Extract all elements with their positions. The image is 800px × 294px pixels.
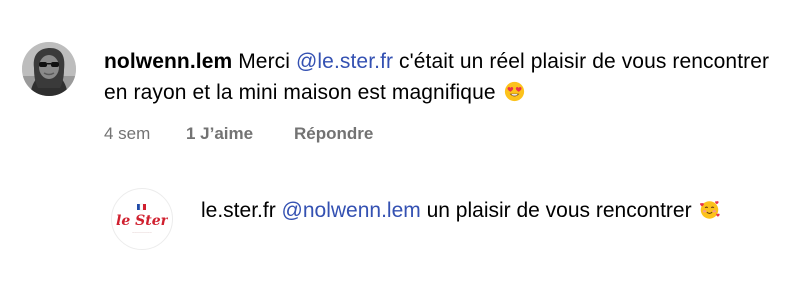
reply-text: le.ster.fr @nolwenn.lem un plaisir de vo… <box>201 195 761 226</box>
comment-username[interactable]: nolwenn.lem <box>104 50 232 73</box>
comment-mention[interactable]: @le.ster.fr <box>296 50 393 73</box>
comment-time[interactable]: 4 sem <box>104 124 186 144</box>
svg-text:~~~~~~~~~~: ~~~~~~~~~~ <box>132 231 152 235</box>
comment-text: nolwenn.lem Merci @le.ster.fr c'était un… <box>104 46 784 108</box>
reply-avatar[interactable]: le Ster ~~~~~~~~~~ <box>111 188 173 250</box>
reply-text-body: un plaisir de vous rencontrer <box>426 199 692 222</box>
reply-mention[interactable]: @nolwenn.lem <box>282 199 421 222</box>
reply-button[interactable]: Répondre <box>294 124 373 144</box>
smiling-hearts-emoji-icon <box>700 201 721 219</box>
heart-eyes-emoji-icon <box>504 81 524 102</box>
reply-username[interactable]: le.ster.fr <box>201 199 276 222</box>
svg-text:le Ster: le Ster <box>116 213 168 229</box>
comment-thread: nolwenn.lem Merci @le.ster.fr c'était un… <box>0 0 800 294</box>
le-ster-logo-icon: le Ster ~~~~~~~~~~ <box>116 203 168 235</box>
comment-text-before: Merci <box>238 50 291 73</box>
avatar[interactable] <box>22 42 76 96</box>
comment-likes[interactable]: 1 J’aime <box>186 124 294 144</box>
comment-meta: 4 sem 1 J’aime Répondre <box>104 124 373 144</box>
user-photo-icon <box>22 42 76 96</box>
